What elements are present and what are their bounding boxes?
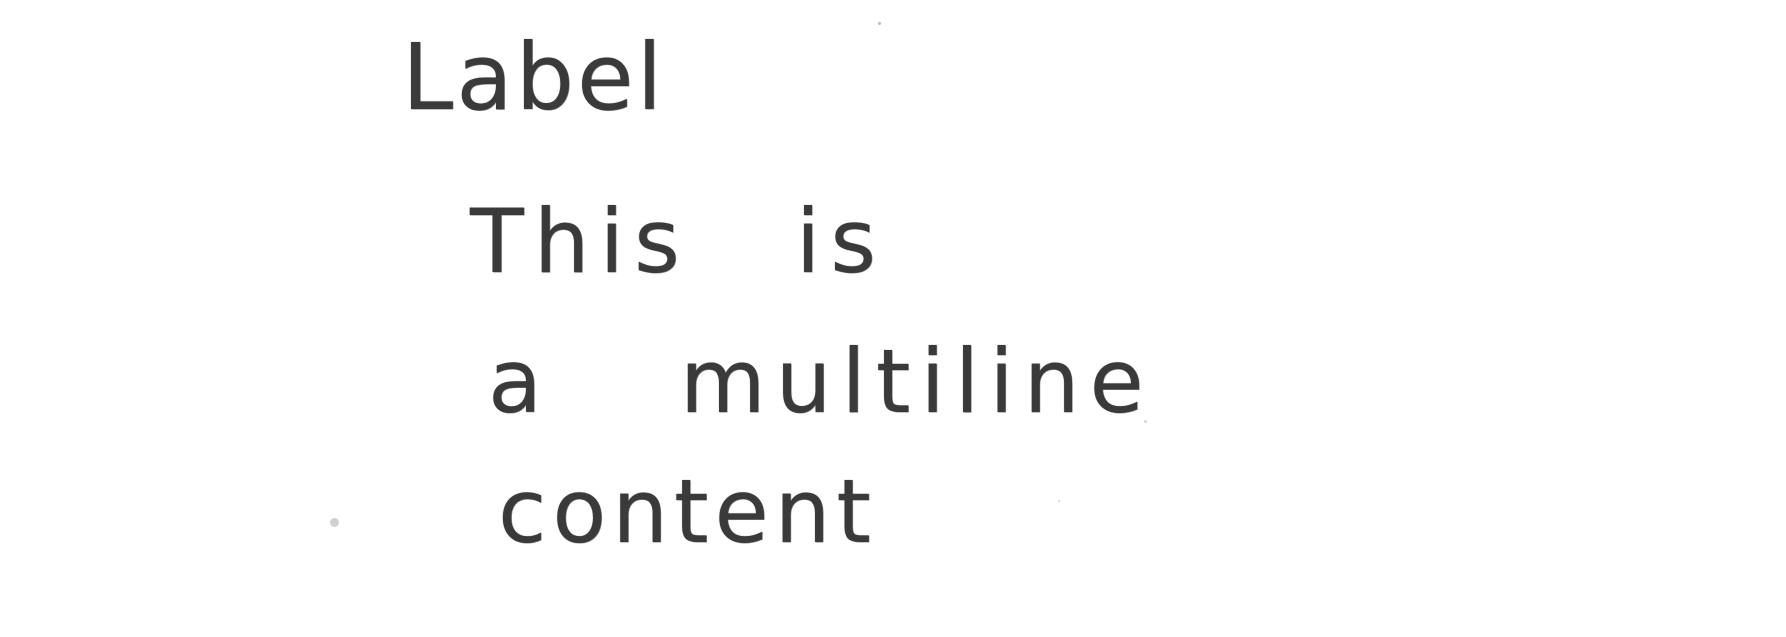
handwritten-content-line-2: a multiline xyxy=(488,330,1154,433)
paper-speck xyxy=(1144,420,1147,423)
paper-sheet: Label This is a multiline content xyxy=(0,0,1786,637)
paper-speck xyxy=(1058,500,1060,502)
paper-speck xyxy=(878,22,881,25)
handwritten-label: Label xyxy=(402,24,666,131)
handwritten-content-line-3: content xyxy=(498,460,877,563)
paper-speck xyxy=(330,518,339,527)
handwritten-content-line-1: This is xyxy=(470,190,887,293)
